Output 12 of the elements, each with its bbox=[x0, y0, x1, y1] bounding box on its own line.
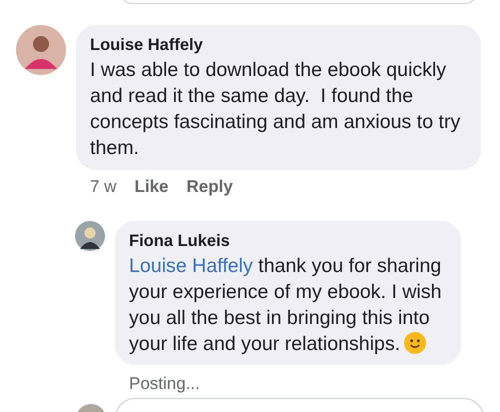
reply-text: Louise Haffely thank you for sharing your experience of my ebook. I wish you all the best in bringing this into your life and your relationships. bbox=[129, 254, 443, 357]
author-name[interactable]: Fiona Lukeis bbox=[129, 231, 230, 251]
avatar[interactable] bbox=[16, 25, 66, 75]
mention-link[interactable]: Louise Haffely bbox=[129, 255, 253, 277]
comment-text: I was able to download the ebook quickly and read it the same day. I found the concepts fascinating and am anxious to try them. bbox=[90, 58, 462, 161]
timestamp: 7 w bbox=[90, 177, 116, 197]
action-link[interactable]: Like bbox=[134, 177, 168, 197]
action-link[interactable]: Reply bbox=[186, 177, 233, 197]
author-name[interactable]: Louise Haffely bbox=[90, 35, 203, 55]
posting-status: Posting... bbox=[128, 373, 201, 394]
avatar[interactable] bbox=[75, 221, 105, 251]
smiley-icon bbox=[404, 332, 426, 354]
